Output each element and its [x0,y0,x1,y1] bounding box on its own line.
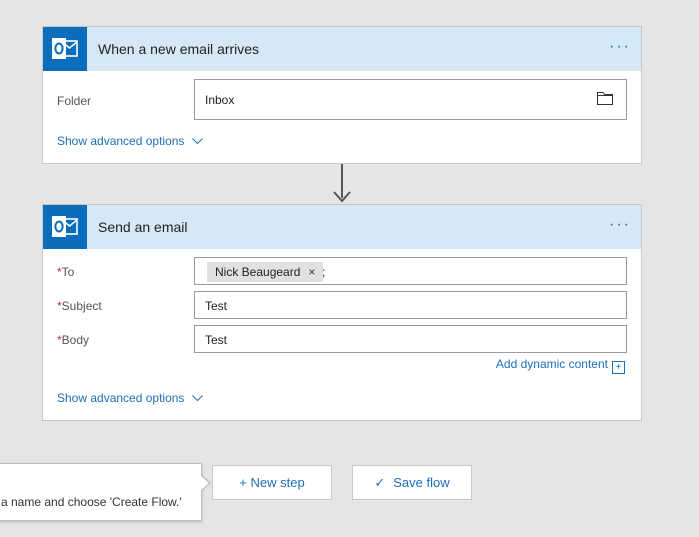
action-card-title: Send an email [98,219,188,235]
add-dynamic-content-label: Add dynamic content [495,357,608,371]
trigger-card: When a new email arrives ··· Folder Inbo… [42,26,642,164]
folder-label: Folder [57,94,92,108]
folder-icon[interactable] [597,91,613,108]
tip-callout: a name and choose 'Create Flow.' [0,463,202,521]
checkmark-icon: ✓ [374,475,386,490]
show-advanced-label: Show advanced options [57,391,185,405]
outlook-icon [43,27,87,71]
add-dynamic-content-link[interactable]: Add dynamic content + [496,357,625,374]
chevron-down-icon [191,134,203,148]
add-icon: + [612,361,625,374]
save-flow-label: Save flow [393,475,450,490]
to-field[interactable]: Nick Beaugeard × ; [194,257,627,285]
recipient-name: Nick Beaugeard [215,265,301,279]
show-advanced-options-link[interactable]: Show advanced options [57,391,203,405]
subject-label-text: Subject [61,299,102,313]
new-step-button[interactable]: + New step [212,465,332,500]
body-label: *Body [57,333,89,347]
folder-value: Inbox [205,93,235,107]
body-label-text: Body [61,333,90,347]
more-options-icon[interactable]: ··· [609,217,631,233]
subject-value: Test [205,299,228,313]
remove-token-icon[interactable]: × [308,265,315,279]
show-advanced-options-link[interactable]: Show advanced options [57,134,203,148]
body-field[interactable]: Test [194,325,627,353]
trigger-card-title: When a new email arrives [98,41,260,57]
body-value: Test [205,333,228,347]
folder-field[interactable]: Inbox [194,79,627,120]
trigger-card-header[interactable]: When a new email arrives ··· [43,27,641,71]
action-card: Send an email ··· *To Nick Beaugeard × ; … [42,204,642,421]
show-advanced-label: Show advanced options [57,134,185,148]
to-label: *To [57,265,74,279]
outlook-icon [43,205,87,249]
chevron-down-icon [191,391,203,405]
recipient-token: Nick Beaugeard × [207,262,324,282]
subject-label: *Subject [57,299,102,313]
save-flow-button[interactable]: ✓ Save flow [352,465,472,500]
more-options-icon[interactable]: ··· [609,39,631,55]
callout-pointer-fill [200,475,209,491]
to-label-text: To [61,265,75,279]
action-card-header[interactable]: Send an email ··· [43,205,641,249]
callout-text: a name and choose 'Create Flow.' [1,495,182,509]
recipient-separator: ; [322,265,326,279]
subject-field[interactable]: Test [194,291,627,319]
